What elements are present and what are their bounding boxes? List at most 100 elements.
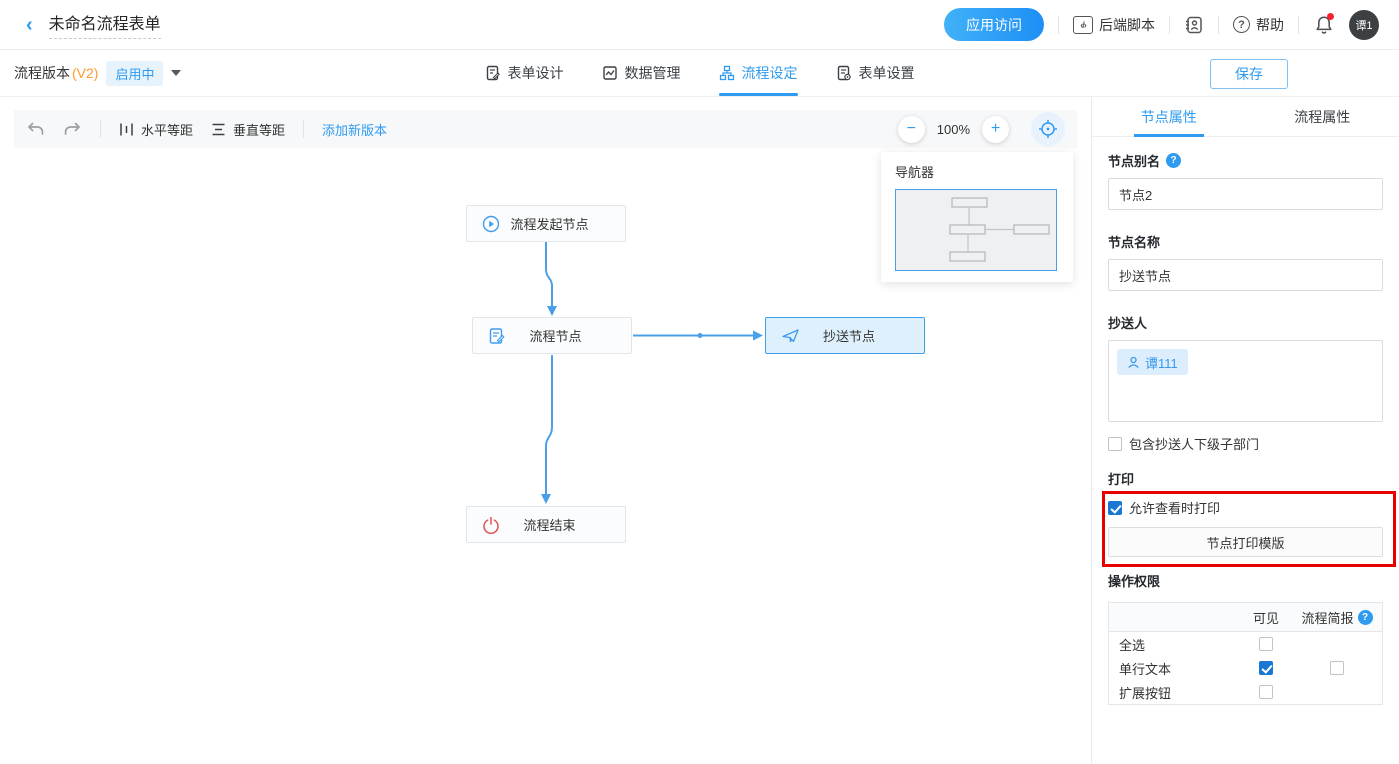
undo-icon bbox=[26, 121, 45, 137]
include-sub-dept-checkbox[interactable] bbox=[1108, 437, 1122, 451]
node-label: 流程发起节点 bbox=[500, 214, 625, 233]
divider bbox=[303, 120, 304, 138]
divider bbox=[1058, 16, 1059, 34]
app-header: ‹ 未命名流程表单 应用访问 ‹/› 后端脚本 ? 帮助 bbox=[0, 0, 1399, 50]
tab-label: 表单设计 bbox=[508, 63, 564, 83]
node-name-input[interactable] bbox=[1108, 259, 1383, 291]
node-label: 抄送节点 bbox=[800, 326, 924, 345]
permission-col-brief: 流程简报 ? bbox=[1292, 608, 1382, 627]
help-button[interactable]: ? 帮助 bbox=[1233, 15, 1284, 35]
form-design-icon bbox=[485, 65, 501, 81]
data-management-icon bbox=[602, 65, 618, 81]
version-tag: (V2) bbox=[72, 65, 98, 81]
version-label: 流程版本 bbox=[14, 63, 70, 83]
contacts-icon bbox=[1184, 15, 1204, 35]
node-label: 流程结束 bbox=[500, 515, 625, 534]
node-alias-input[interactable] bbox=[1108, 178, 1383, 210]
include-sub-dept-label: 包含抄送人下级子部门 bbox=[1129, 434, 1259, 453]
zoom-in-button[interactable]: + bbox=[982, 116, 1009, 143]
form-icon bbox=[488, 327, 506, 345]
node-name-label: 节点名称 bbox=[1108, 232, 1383, 251]
contacts-button[interactable] bbox=[1184, 15, 1204, 35]
avatar[interactable]: 谭1 bbox=[1349, 10, 1379, 40]
user-icon bbox=[1127, 356, 1140, 369]
horizontal-space-button[interactable]: 水平等距 bbox=[119, 120, 193, 139]
allow-print-label: 允许查看时打印 bbox=[1129, 498, 1220, 517]
allow-print-row[interactable]: 允许查看时打印 bbox=[1108, 498, 1383, 517]
tab-node-properties[interactable]: 节点属性 bbox=[1092, 97, 1246, 136]
navigator-minimap[interactable] bbox=[895, 189, 1057, 271]
add-version-button[interactable]: 添加新版本 bbox=[322, 120, 387, 139]
vertical-space-button[interactable]: 垂直等距 bbox=[211, 120, 285, 139]
cc-recipient-label: 抄送人 bbox=[1108, 313, 1383, 332]
redo-icon bbox=[63, 121, 82, 137]
zoom-level: 100% bbox=[937, 122, 970, 137]
cc-recipient-box[interactable]: 谭111 bbox=[1108, 340, 1383, 422]
help-label: 帮助 bbox=[1256, 15, 1284, 35]
allow-print-checkbox[interactable] bbox=[1108, 501, 1122, 515]
app-access-button[interactable]: 应用访问 bbox=[944, 8, 1044, 41]
save-button[interactable]: 保存 bbox=[1210, 59, 1288, 89]
vertical-space-label: 垂直等距 bbox=[233, 120, 285, 139]
node-alias-label-text: 节点别名 bbox=[1108, 151, 1160, 170]
divider bbox=[1298, 16, 1299, 34]
permission-table: 可见 流程简报 ? 全选单行文本扩展按钮 bbox=[1108, 602, 1383, 705]
permission-row: 全选 bbox=[1109, 632, 1382, 656]
back-icon[interactable]: ‹ bbox=[26, 15, 33, 35]
help-icon: ? bbox=[1233, 16, 1250, 33]
undo-button[interactable] bbox=[26, 121, 45, 137]
flow-settings-icon bbox=[719, 65, 735, 81]
permission-table-body: 全选单行文本扩展按钮 bbox=[1109, 632, 1382, 704]
play-icon bbox=[482, 215, 500, 233]
flow-node-process[interactable]: 流程节点 bbox=[472, 317, 632, 354]
power-icon bbox=[482, 516, 500, 534]
tab-label: 表单设置 bbox=[859, 63, 915, 83]
locate-button[interactable] bbox=[1031, 112, 1065, 146]
minimap-graph bbox=[896, 190, 1056, 270]
notification-badge bbox=[1327, 13, 1334, 20]
tab-label: 流程设定 bbox=[742, 63, 798, 83]
divider bbox=[1218, 16, 1219, 34]
code-icon: ‹/› bbox=[1073, 16, 1093, 34]
visible-checkbox[interactable] bbox=[1259, 685, 1273, 699]
status-badge: 启用中 bbox=[106, 61, 163, 86]
backend-script-button[interactable]: ‹/› 后端脚本 bbox=[1073, 15, 1155, 35]
caret-down-icon[interactable] bbox=[171, 70, 181, 76]
zoom-out-button[interactable]: − bbox=[898, 116, 925, 143]
panel-tabs: 节点属性 流程属性 bbox=[1092, 97, 1399, 137]
tab-data-management[interactable]: 数据管理 bbox=[602, 50, 681, 96]
flow-node-end[interactable]: 流程结束 bbox=[466, 506, 626, 543]
cc-recipient-name: 谭111 bbox=[1145, 353, 1178, 372]
properties-panel: 节点属性 流程属性 节点别名 ? 节点名称 抄送人 谭111 bbox=[1092, 97, 1399, 764]
tab-form-design[interactable]: 表单设计 bbox=[485, 50, 564, 96]
permission-col-brief-text: 流程简报 bbox=[1301, 608, 1353, 627]
permission-table-head: 可见 流程简报 ? bbox=[1109, 603, 1382, 632]
version-selector[interactable]: 流程版本 (V2) 启用中 bbox=[14, 61, 181, 86]
permission-row-label: 全选 bbox=[1109, 635, 1240, 654]
tab-form-settings[interactable]: 表单设置 bbox=[836, 50, 915, 96]
vertical-space-icon bbox=[211, 122, 226, 137]
cc-recipient-chip[interactable]: 谭111 bbox=[1117, 349, 1188, 375]
include-sub-dept-row[interactable]: 包含抄送人下级子部门 bbox=[1108, 434, 1383, 453]
horizontal-space-label: 水平等距 bbox=[141, 120, 193, 139]
flow-node-start[interactable]: 流程发起节点 bbox=[466, 205, 626, 242]
operation-permission-label: 操作权限 bbox=[1108, 571, 1383, 590]
flow-node-cc[interactable]: 抄送节点 bbox=[765, 317, 925, 354]
main-tabs: 表单设计 数据管理 流程设定 bbox=[0, 50, 1399, 96]
tab-label: 数据管理 bbox=[625, 63, 681, 83]
flow-canvas[interactable]: 水平等距 垂直等距 添加新版本 − 100% + bbox=[0, 97, 1092, 764]
permission-row: 扩展按钮 bbox=[1109, 680, 1382, 704]
tab-flow-properties[interactable]: 流程属性 bbox=[1246, 97, 1399, 136]
brief-checkbox[interactable] bbox=[1330, 661, 1344, 675]
tab-flow-settings[interactable]: 流程设定 bbox=[719, 50, 798, 96]
canvas-toolbar: 水平等距 垂直等距 添加新版本 − 100% + bbox=[14, 110, 1077, 148]
print-template-button[interactable]: 节点打印模版 bbox=[1108, 527, 1383, 557]
question-icon[interactable]: ? bbox=[1166, 153, 1181, 168]
redo-button[interactable] bbox=[63, 121, 82, 137]
form-settings-icon bbox=[836, 65, 852, 81]
question-icon[interactable]: ? bbox=[1358, 610, 1373, 625]
paper-plane-icon bbox=[781, 327, 800, 345]
visible-checkbox[interactable] bbox=[1259, 661, 1273, 675]
notification-button[interactable] bbox=[1313, 14, 1335, 36]
visible-checkbox[interactable] bbox=[1259, 637, 1273, 651]
